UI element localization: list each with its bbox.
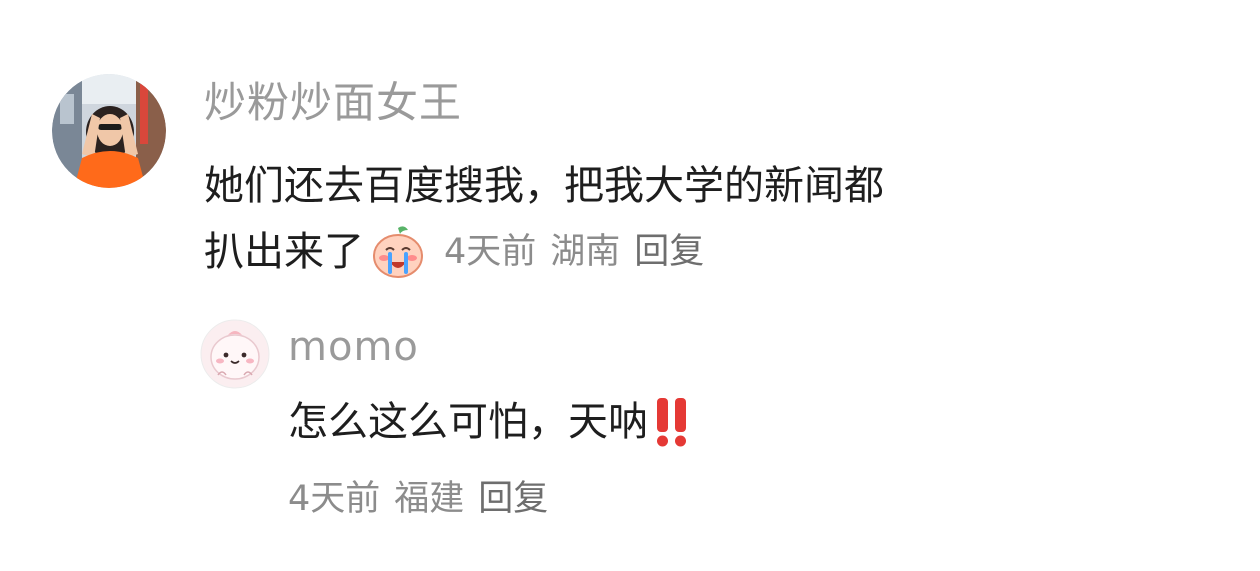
crying-peach-sticker-icon (370, 224, 426, 280)
timestamp: 4天前 (444, 232, 537, 272)
comment-meta: 4天前 福建 回复 (288, 474, 562, 524)
comment-text-line-2: 扒出来了 4天前 湖南 回复 (204, 219, 718, 285)
username[interactable]: momo (288, 322, 419, 372)
reply-text-row: 怎么这么可怕，天呐 (288, 390, 690, 454)
comment-text: 怎么这么可怕，天呐 (288, 399, 648, 445)
comment-meta: 4天前 湖南 回复 (444, 219, 718, 285)
avatar[interactable] (200, 319, 270, 389)
double-exclamation-icon (654, 396, 690, 448)
comment-text: 扒出来了 (204, 229, 364, 275)
location: 福建 (394, 479, 465, 519)
username[interactable]: 炒粉炒面女王 (204, 78, 462, 128)
reply-button[interactable]: 回复 (634, 232, 704, 272)
comment-text-line-1: 她们还去百度搜我，把我大学的新闻都 (204, 163, 884, 209)
timestamp: 4天前 (288, 479, 381, 519)
location: 湖南 (550, 232, 621, 272)
reply-button[interactable]: 回复 (478, 479, 548, 519)
avatar[interactable] (52, 74, 166, 188)
